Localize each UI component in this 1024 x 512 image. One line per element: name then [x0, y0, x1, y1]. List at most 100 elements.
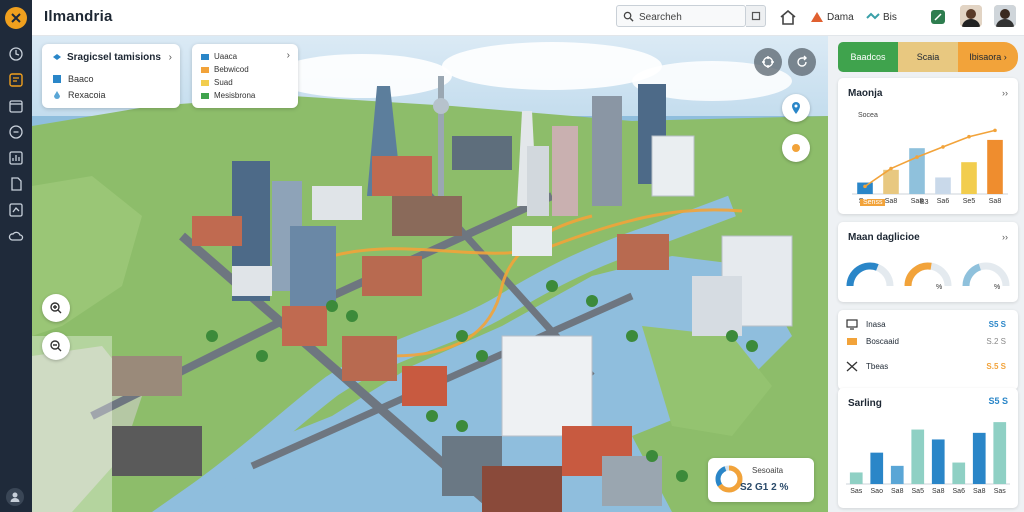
bar — [993, 422, 1007, 484]
list-item[interactable]: Tbeas S.5 S — [846, 360, 1010, 374]
gauges-card[interactable]: Maan daglicioe ›› % % — [838, 222, 1018, 302]
tab-ibisaora[interactable]: Ibisaora › — [958, 42, 1018, 72]
zoom-in-button[interactable] — [42, 294, 70, 322]
layer-label: Rexacoia — [68, 90, 106, 100]
crosshair-icon — [762, 56, 774, 68]
legend-card[interactable]: › Uaaca Bebwicod Suad Mesisbrona — [192, 44, 298, 108]
sampling-chart: Sas Sao Sa8 Sa5 Sa8 Sa6 Sa8 Sas — [846, 422, 1010, 495]
arrows-icon — [846, 361, 858, 372]
bar — [883, 169, 899, 194]
cloud-icon[interactable] — [8, 228, 24, 244]
chevron-right-icon: › — [1003, 52, 1007, 62]
layer-row[interactable]: Baaco — [52, 74, 94, 84]
trend-point — [941, 145, 945, 149]
zoom-in-icon — [50, 302, 62, 314]
pin-icon — [811, 12, 823, 22]
layer-label: Baaco — [68, 74, 94, 84]
metrics-list-card[interactable]: Inasa S5 S Boscaaid S.2 S Tbeas S.5 S — [838, 310, 1018, 390]
refresh-icon — [797, 55, 807, 67]
map-layer-icon[interactable] — [8, 72, 24, 88]
layers-card[interactable]: Sragicsel tamisions › Baaco Rexacoia — [42, 44, 180, 108]
list-item[interactable]: Inasa S5 S — [846, 318, 1010, 332]
zoom-out-button[interactable] — [42, 332, 70, 360]
clock-icon[interactable] — [8, 46, 24, 62]
bar — [849, 472, 863, 484]
chevron-right-icon[interactable]: › — [287, 50, 290, 61]
document-icon[interactable] — [8, 176, 24, 192]
stat-value: S2 G1 2 % — [740, 482, 789, 493]
legend-label: Suad — [214, 78, 233, 87]
layers-card-header[interactable]: Sragicsel tamisions — [52, 52, 161, 63]
x-tick-label: Sao — [871, 488, 884, 495]
summary-stat-card[interactable]: Sesoaita S2 G1 2 % — [708, 458, 814, 502]
trend-point — [915, 155, 919, 159]
trend-point — [863, 184, 867, 189]
calendar-icon[interactable] — [8, 98, 24, 114]
expand-icon[interactable]: ›› — [1002, 88, 1008, 98]
search-input[interactable] — [639, 9, 739, 25]
x-tick-label: Sas — [994, 488, 1007, 495]
square-icon — [751, 11, 760, 21]
gauge-label: % — [994, 284, 1001, 291]
left-rail — [0, 0, 32, 512]
topbar-item-bis[interactable]: Bis — [866, 8, 897, 26]
sub-label: B3 — [920, 199, 929, 206]
layer-row[interactable]: Rexacoia — [52, 90, 106, 100]
bar — [935, 177, 951, 194]
gauge-label: % — [936, 284, 943, 291]
home-button[interactable] — [780, 8, 796, 26]
right-panel: Baadcos Scaia Ibisaora › Maonja ›› Socea… — [828, 36, 1024, 512]
x-tick-label: Sa8 — [973, 488, 986, 495]
list-item-value: S.5 S — [986, 362, 1006, 371]
city-map[interactable]: Sragicsel tamisions › Baaco Rexacoia › U… — [32, 36, 828, 512]
report-icon[interactable] — [8, 202, 24, 218]
user-profile-icon[interactable] — [6, 488, 24, 506]
tab-label: Scaia — [916, 52, 940, 62]
gauges-title: Maan daglicioe — [848, 232, 920, 243]
chat-icon[interactable] — [8, 124, 24, 140]
search-toggle-button[interactable] — [746, 5, 766, 27]
bar — [870, 452, 884, 484]
topbar-item-label: Dama — [827, 11, 854, 23]
tab-scaia[interactable]: Scaia — [898, 42, 958, 72]
x-tick-label: Sa8 — [891, 488, 904, 495]
legend-swatch — [201, 53, 209, 60]
building-icon — [53, 75, 61, 83]
avatar[interactable] — [994, 5, 1016, 27]
x-tick-label: Sa6 — [937, 198, 950, 205]
app-title: Ilmandria — [44, 8, 113, 25]
zoom-out-icon — [50, 340, 62, 352]
water-icon — [54, 91, 60, 99]
tab-baadcos[interactable]: Baadcos — [838, 42, 898, 72]
list-item[interactable]: Boscaaid S.2 S — [846, 335, 1010, 349]
legend-label: Bebwicod — [214, 65, 249, 74]
app-logo-icon[interactable] — [5, 7, 27, 29]
stat-label: Sesoaita — [752, 466, 784, 475]
chart-icon[interactable] — [8, 150, 24, 166]
list-item-name: Tbeas — [866, 362, 889, 371]
tab-label: Ibisaora — [969, 52, 1002, 62]
search-box[interactable] — [616, 5, 746, 27]
apps-button[interactable] — [930, 8, 946, 26]
target-button[interactable] — [754, 48, 782, 76]
x-tick-label: Sa8 — [932, 488, 945, 495]
list-item-name: Inasa — [866, 320, 886, 329]
sampling-chart-card[interactable]: Sarling S5 S Sas Sao Sa8 Sa5 Sa8 Sa6 Sa8 Sas — [838, 388, 1018, 508]
expand-icon[interactable]: ›› — [1002, 232, 1008, 242]
legend-row: Uaaca — [201, 52, 237, 61]
rotate-button[interactable] — [788, 48, 816, 76]
layers-icon — [53, 53, 61, 60]
legend-swatch — [201, 66, 209, 73]
home-icon — [780, 9, 796, 25]
topbar-item-dama[interactable]: Dama — [810, 8, 854, 26]
trend-chart-card[interactable]: Maonja ›› Socea SaoSa8Sa8Sa6Se5Sa8 Senss… — [838, 78, 1018, 214]
x-tick-label: Sa6 — [953, 488, 966, 495]
location-button[interactable] — [782, 94, 810, 122]
avatar[interactable] — [960, 5, 982, 27]
layers-icon — [847, 338, 857, 345]
top-bar: Ilmandria Dama Bis — [32, 0, 1024, 36]
location-pin-icon — [792, 102, 800, 114]
x-tick-label: Sas — [850, 488, 863, 495]
chevron-right-icon[interactable]: › — [169, 52, 172, 63]
weather-button[interactable] — [782, 134, 810, 162]
